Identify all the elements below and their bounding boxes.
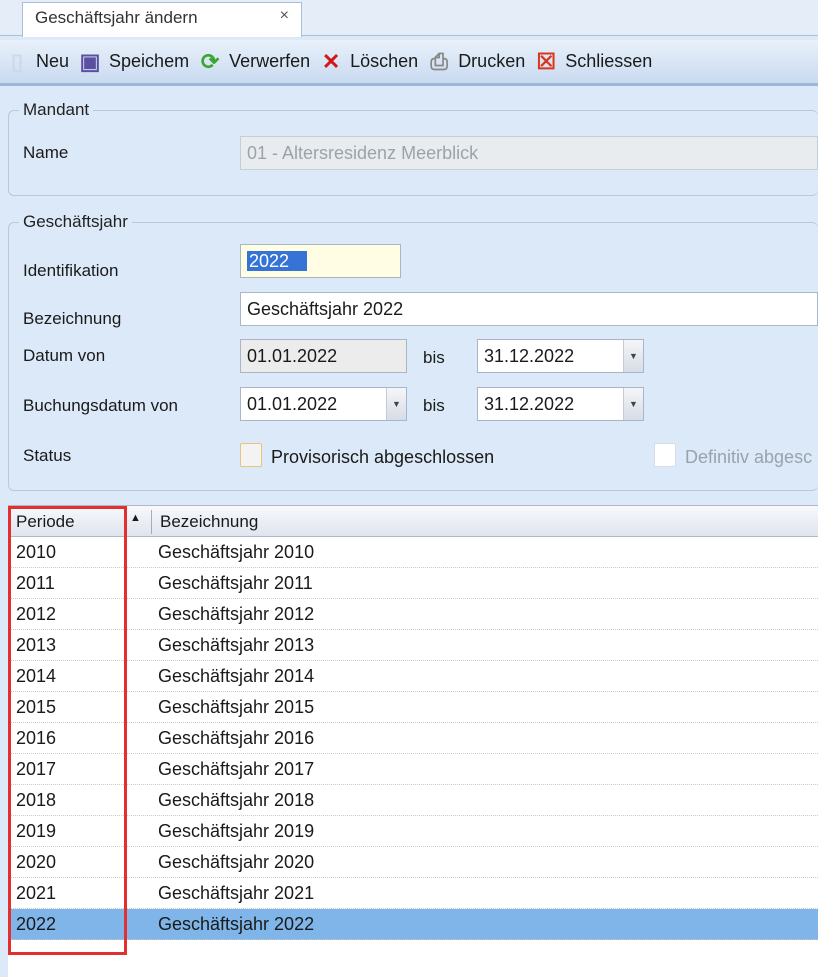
bezeichnung-cell: Geschäftsjahr 2017 — [158, 759, 315, 779]
tab-strip: Geschäftsjahr ändern × — [0, 0, 818, 37]
chevron-down-icon[interactable]: ▼ — [623, 340, 643, 372]
column-divider — [151, 510, 152, 534]
buchungsdatum-von-value: 01.01.2022 — [247, 394, 338, 414]
table-row[interactable]: 2014 Geschäftsjahr 2014 — [8, 661, 818, 692]
table-row[interactable]: 2021 Geschäftsjahr 2021 — [8, 878, 818, 909]
toolbar-button-löschen[interactable]: ✕ Löschen — [320, 48, 419, 74]
bezeichnung-cell: Geschäftsjahr 2011 — [158, 573, 313, 593]
definitiv-label: Definitiv abgesc — [685, 447, 813, 467]
definitiv-checkbox[interactable] — [654, 443, 676, 467]
printer-icon: ⎙ — [430, 48, 448, 74]
toolbar-button-label: Neu — [36, 51, 70, 71]
table-row[interactable]: 2012 Geschäftsjahr 2012 — [8, 599, 818, 630]
toolbar-button-label: Drucken — [458, 51, 526, 71]
toolbar-button-label: Speichem — [109, 51, 190, 71]
datum-bis-value: 31.12.2022 — [484, 346, 575, 366]
datum-von-field: 01.01.2022 — [240, 339, 407, 373]
red-x-icon: ✕ — [321, 48, 341, 74]
table-row[interactable]: 2015 Geschäftsjahr 2015 — [8, 692, 818, 723]
buchungsdatum-bis-value: 31.12.2022 — [484, 394, 575, 414]
toolbar-button-label: Schliessen — [565, 51, 653, 71]
new-document-icon: ▯ — [10, 48, 24, 74]
table-row[interactable]: 2010 Geschäftsjahr 2010 — [8, 537, 818, 568]
column-header-bezeichnung[interactable]: Bezeichnung — [160, 512, 258, 532]
tab-title: Geschäftsjahr ändern — [35, 8, 198, 27]
table-row[interactable]: 2017 Geschäftsjahr 2017 — [8, 754, 818, 785]
bezeichnung-cell: Geschäftsjahr 2019 — [158, 821, 315, 841]
toolbar-button-speichem[interactable]: ▣ Speichem — [79, 48, 190, 74]
buchungsdatum-von-dropdown[interactable]: 01.01.2022 ▼ — [240, 387, 407, 421]
table-row[interactable]: 2013 Geschäftsjahr 2013 — [8, 630, 818, 661]
grid-header: Periode ▲ Bezeichnung — [8, 505, 818, 537]
bis-label: bis — [423, 348, 445, 367]
toolbar-button-label: Löschen — [350, 51, 419, 71]
bezeichnung-cell: Geschäftsjahr 2020 — [158, 852, 315, 872]
bezeichnung-input[interactable]: Geschäftsjahr 2022 — [240, 292, 818, 326]
table-row[interactable]: 2016 Geschäftsjahr 2016 — [8, 723, 818, 754]
datum-von-label: Datum von — [23, 346, 106, 365]
bezeichnung-cell: Geschäftsjahr 2022 — [158, 914, 315, 934]
bezeichnung-cell: Geschäftsjahr 2013 — [158, 635, 315, 655]
floppy-disk-icon: ▣ — [79, 48, 101, 74]
table-row[interactable]: 2018 Geschäftsjahr 2018 — [8, 785, 818, 816]
bezeichnung-cell: Geschäftsjahr 2015 — [158, 697, 315, 717]
identifikation-value: 2022 — [247, 251, 308, 271]
periods-grid: Periode ▲ Bezeichnung 2010 Geschäftsjahr … — [8, 505, 818, 977]
bis-label: bis — [423, 396, 445, 415]
table-row[interactable]: 2020 Geschäftsjahr 2020 — [8, 847, 818, 878]
table-row[interactable]: 2011 Geschäftsjahr 2011 — [8, 568, 818, 599]
chevron-down-icon[interactable]: ▼ — [623, 388, 643, 420]
table-row[interactable]: 2022 Geschäftsjahr 2022 — [8, 909, 818, 940]
toolbar: ▯ Neu ▣ Speichem ⟳ Verwerfen ✕ Löschen ⎙ Drucken ☒… — [0, 40, 818, 86]
mandant-legend: Mandant — [23, 100, 90, 119]
identifikation-label: Identifikation — [23, 261, 119, 280]
close-icon[interactable]: × — [280, 7, 289, 25]
name-label: Name — [23, 143, 69, 162]
provisorisch-checkbox[interactable] — [240, 443, 262, 467]
geschaeftsjahr-legend: Geschäftsjahr — [23, 212, 128, 231]
bezeichnung-cell: Geschäftsjahr 2021 — [158, 883, 315, 903]
toolbar-button-drucken[interactable]: ⎙ Drucken — [428, 48, 526, 74]
bezeichnung-cell: Geschäftsjahr 2016 — [158, 728, 315, 748]
chevron-down-icon[interactable]: ▼ — [386, 388, 406, 420]
bezeichnung-cell: Geschäftsjahr 2014 — [158, 666, 315, 686]
toolbar-button-verwerfen[interactable]: ⟳ Verwerfen — [199, 48, 311, 74]
table-row[interactable]: 2019 Geschäftsjahr 2019 — [8, 816, 818, 847]
bezeichnung-cell: Geschäftsjahr 2010 — [158, 542, 315, 562]
close-box-icon: ☒ — [536, 48, 557, 74]
mandant-name-field: 01 - Altersresidenz Meerblick — [240, 136, 818, 170]
discard-arrows-icon: ⟳ — [200, 48, 220, 74]
bezeichnung-label: Bezeichnung — [23, 309, 122, 328]
provisorisch-label: Provisorisch abgeschlossen — [271, 447, 495, 467]
toolbar-button-neu[interactable]: ▯ Neu — [6, 48, 70, 74]
toolbar-button-label: Verwerfen — [229, 51, 311, 71]
tab-geschaeftsjahr-aendern[interactable]: Geschäftsjahr ändern × — [22, 2, 302, 37]
sort-ascending-icon: ▲ — [130, 512, 141, 524]
buchungsdatum-bis-dropdown[interactable]: 31.12.2022 ▼ — [477, 387, 644, 421]
buchungsdatum-label: Buchungsdatum von — [23, 396, 178, 415]
status-label: Status — [23, 446, 72, 465]
bezeichnung-cell: Geschäftsjahr 2012 — [158, 604, 315, 624]
datum-bis-dropdown[interactable]: 31.12.2022 ▼ — [477, 339, 644, 373]
identifikation-input[interactable]: 2022 — [240, 244, 401, 278]
highlight-box — [8, 506, 127, 955]
toolbar-button-schliessen[interactable]: ☒ Schliessen — [535, 48, 653, 74]
bezeichnung-cell: Geschäftsjahr 2018 — [158, 790, 315, 810]
